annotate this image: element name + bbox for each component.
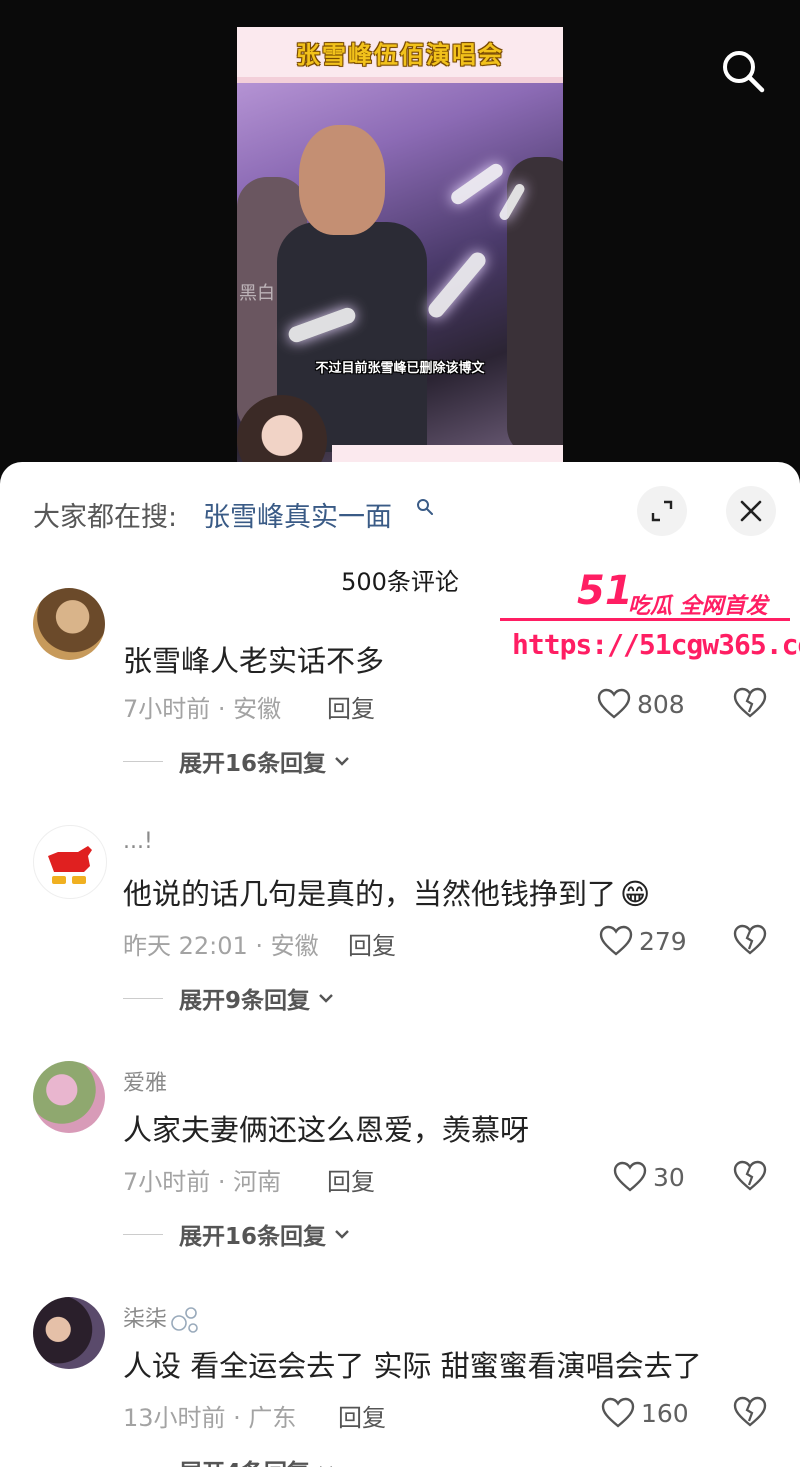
avatar[interactable] bbox=[33, 1061, 105, 1133]
video-player[interactable]: 张雪峰伍佰演唱会 黑白 不过目前张雪峰已删除该博文 bbox=[0, 0, 800, 470]
avatar[interactable] bbox=[33, 1297, 105, 1369]
dislike-button[interactable] bbox=[732, 1395, 768, 1431]
chevron-down-icon bbox=[319, 994, 333, 1003]
avatar[interactable] bbox=[33, 588, 105, 660]
person-face bbox=[299, 125, 385, 235]
divider bbox=[123, 997, 163, 999]
expand-replies-button[interactable]: 展开4条回复 bbox=[123, 1453, 336, 1467]
grin-emoji-icon: 😁 bbox=[620, 877, 651, 911]
comment-meta: 昨天 22:01 · 安徽 bbox=[123, 932, 319, 960]
comment-item: 爱雅 人家夫妻俩还这么恩爱，羡慕呀 7小时前 · 河南 回复 30 展开16条回… bbox=[0, 1061, 800, 1291]
glow-stick bbox=[425, 249, 489, 321]
search-icon bbox=[417, 499, 433, 515]
reply-button[interactable]: 回复 bbox=[348, 926, 396, 961]
watermark-line bbox=[500, 618, 790, 621]
comment-meta: 13小时前 · 广东 bbox=[123, 1404, 297, 1432]
dislike-button[interactable] bbox=[732, 1159, 768, 1195]
comment-text: 张雪峰人老实话不多 bbox=[123, 644, 385, 678]
close-icon bbox=[740, 500, 762, 522]
chevron-down-icon bbox=[320, 1466, 333, 1467]
broken-heart-icon bbox=[733, 1160, 767, 1191]
heart-icon bbox=[613, 1161, 647, 1192]
watermark-url: https://51cgw365.com bbox=[512, 628, 800, 661]
expand-replies-button[interactable]: 展开9条回复 bbox=[123, 981, 336, 1015]
glow-stick bbox=[448, 161, 506, 207]
bubbles-icon bbox=[171, 1307, 198, 1333]
expand-replies-button[interactable]: 展开16条回复 bbox=[123, 744, 352, 778]
bull-icon bbox=[48, 846, 92, 884]
comment-text: 人家夫妻俩还这么恩爱，羡慕呀 bbox=[123, 1113, 530, 1147]
expand-replies-button[interactable]: 展开16条回复 bbox=[123, 1217, 352, 1251]
comments-header: 大家都在搜: 张雪峰真实一面 500条评论 bbox=[0, 462, 800, 596]
reply-button[interactable]: 回复 bbox=[327, 689, 375, 724]
reply-button[interactable]: 回复 bbox=[338, 1398, 386, 1433]
like-button[interactable]: 279 bbox=[599, 923, 687, 959]
like-count: 279 bbox=[639, 926, 687, 956]
trending-label: 大家都在搜: bbox=[33, 502, 178, 533]
dislike-button[interactable] bbox=[732, 923, 768, 959]
watermark-slogan: 吃瓜 全网首发 bbox=[628, 594, 768, 619]
expand-replies-label: 展开16条回复 bbox=[179, 1224, 327, 1250]
heart-icon bbox=[601, 1397, 635, 1428]
fullscreen-button[interactable] bbox=[637, 486, 687, 536]
trending-search-link[interactable]: 张雪峰真实一面 bbox=[203, 495, 392, 534]
search-icon bbox=[723, 51, 765, 93]
chevron-down-icon bbox=[335, 757, 349, 766]
comment-text-body: 他说的话几句是真的，当然他钱挣到了 bbox=[123, 877, 617, 911]
heart-icon bbox=[597, 688, 631, 719]
heart-icon bbox=[599, 925, 633, 956]
expand-replies-label: 展开9条回复 bbox=[179, 988, 311, 1014]
like-button[interactable]: 30 bbox=[613, 1159, 685, 1195]
username[interactable]: ...! bbox=[123, 829, 153, 854]
avatar[interactable] bbox=[33, 825, 107, 899]
comment-item: ...! 他说的话几句是真的，当然他钱挣到了 😁 昨天 22:01 · 安徽 回复… bbox=[0, 825, 800, 1055]
watermark-brand: 51 bbox=[577, 568, 633, 614]
expand-icon bbox=[651, 500, 673, 522]
search-button[interactable] bbox=[720, 48, 766, 94]
comment-item: 柒柒 人设 看全运会去了 实际 甜蜜蜜看演唱会去了 13小时前 · 广东 回复 … bbox=[0, 1297, 800, 1467]
dislike-button[interactable] bbox=[732, 686, 768, 722]
video-title-bar: 张雪峰伍佰演唱会 bbox=[237, 27, 563, 83]
expand-replies-label: 展开4条回复 bbox=[179, 1453, 310, 1467]
username[interactable]: 柒柒 bbox=[123, 1301, 201, 1335]
like-button[interactable]: 160 bbox=[601, 1395, 689, 1431]
video-caption: 不过目前张雪峰已删除该博文 bbox=[315, 361, 485, 376]
broken-heart-icon bbox=[733, 924, 767, 955]
like-count: 160 bbox=[641, 1398, 689, 1428]
divider bbox=[123, 760, 163, 762]
broken-heart-icon bbox=[733, 1396, 767, 1427]
broken-heart-icon bbox=[733, 687, 767, 718]
comment-meta: 7小时前 · 河南 bbox=[123, 1168, 282, 1196]
comment-text: 他说的话几句是真的，当然他钱挣到了 😁 bbox=[123, 871, 650, 913]
like-button[interactable]: 808 bbox=[597, 686, 685, 722]
username[interactable]: 爱雅 bbox=[123, 1065, 167, 1097]
video-thumbnail: 张雪峰伍佰演唱会 黑白 不过目前张雪峰已删除该博文 bbox=[237, 27, 563, 470]
video-watermark: 黑白 bbox=[239, 283, 275, 304]
chevron-down-icon bbox=[335, 1230, 349, 1239]
divider bbox=[123, 1233, 163, 1235]
close-button[interactable] bbox=[726, 486, 776, 536]
like-count: 30 bbox=[653, 1162, 685, 1192]
username-text: 柒柒 bbox=[123, 1307, 168, 1332]
video-title: 张雪峰伍佰演唱会 bbox=[296, 40, 504, 69]
like-count: 808 bbox=[637, 689, 685, 719]
reply-button[interactable]: 回复 bbox=[327, 1162, 375, 1197]
comment-meta: 7小时前 · 安徽 bbox=[123, 695, 282, 723]
comment-text: 人设 看全运会去了 实际 甜蜜蜜看演唱会去了 bbox=[123, 1349, 702, 1383]
expand-replies-label: 展开16条回复 bbox=[179, 751, 327, 777]
